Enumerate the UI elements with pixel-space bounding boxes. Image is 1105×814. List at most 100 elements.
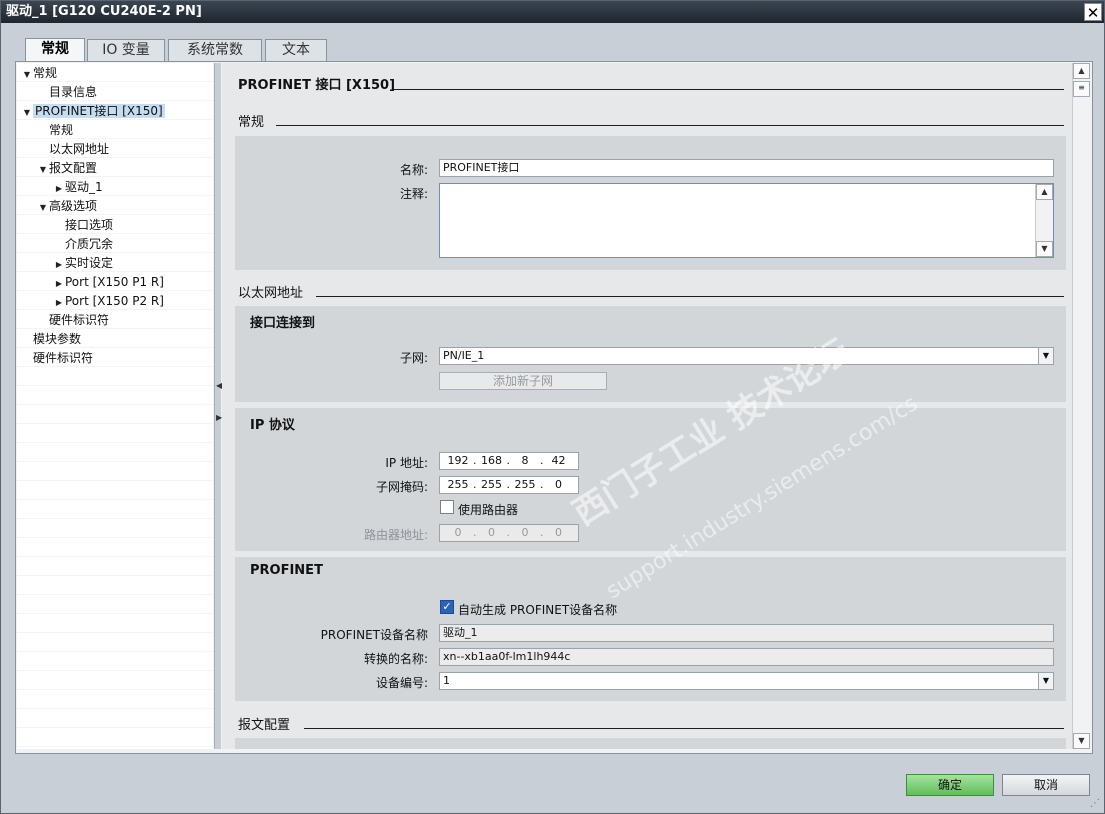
- scroll-thumb[interactable]: ≡: [1073, 81, 1090, 97]
- converted-name-label: 转换的名称:: [363, 652, 428, 666]
- general-group: 名称: PROFINET接口 注释: ▲ ▼: [235, 136, 1066, 270]
- properties-panel: PROFINET 接口 [X150] 常规 名称: PROFINET接口 注释:…: [222, 63, 1072, 749]
- tree-item[interactable]: ▶ 实时设定: [53, 254, 113, 273]
- tree-item[interactable]: ▶ Port [X150 P2 R]: [53, 292, 164, 311]
- scroll-up-icon[interactable]: ▲: [1073, 63, 1090, 79]
- tree-item[interactable]: ▼ PROFINET接口 [X150]: [21, 102, 165, 121]
- use-router-checkbox[interactable]: [440, 500, 454, 514]
- subnet-dropdown[interactable]: PN/IE_1 ▼: [439, 347, 1054, 365]
- expand-arrow-icon[interactable]: ▼: [21, 103, 33, 122]
- ip-protocol-title: IP 协议: [250, 418, 295, 433]
- tree-item-label: 驱动_1: [65, 180, 103, 194]
- device-number-value: 1: [443, 674, 450, 687]
- profinet-group: PROFINET ✓ 自动生成 PROFINET设备名称 PROFINET设备名…: [235, 557, 1066, 701]
- device-number-label: 设备编号:: [375, 676, 428, 690]
- divider: [394, 89, 1064, 90]
- converted-name-field[interactable]: xn--xb1aa0f-lm1lh944c: [439, 648, 1054, 666]
- chevron-down-icon[interactable]: ▼: [1038, 673, 1053, 689]
- close-icon[interactable]: ✕: [1084, 3, 1102, 22]
- section-ethernet-title: 以太网地址: [238, 286, 304, 301]
- tree-item[interactable]: 模块参数: [21, 330, 81, 349]
- divider: [316, 296, 1064, 297]
- ok-button[interactable]: 确定: [906, 774, 994, 796]
- use-router-label: 使用路由器: [458, 503, 519, 517]
- tab-texts[interactable]: 文本: [265, 39, 327, 61]
- comment-field[interactable]: [439, 183, 1054, 258]
- properties-dialog: 驱动_1 [G120 CU240E-2 PN] ✕ 常规 IO 变量 系统常数 …: [0, 0, 1105, 814]
- tree-item-label: PROFINET接口 [X150]: [33, 104, 165, 118]
- tree-item-label: 常规: [33, 66, 58, 80]
- title-bar: 驱动_1 [G120 CU240E-2 PN] ✕: [1, 1, 1104, 23]
- dialog-footer: 确定 取消 ⋰: [1, 761, 1104, 813]
- tree-item-label: 以太网地址: [49, 142, 110, 156]
- expand-arrow-icon[interactable]: ▼: [37, 160, 49, 179]
- mask-octet: 255: [447, 478, 469, 491]
- router-address-label: 路由器地址:: [363, 528, 428, 542]
- device-name-field[interactable]: 驱动_1: [439, 624, 1054, 642]
- ip-octet: 8: [521, 454, 529, 467]
- tree-item[interactable]: 常规: [37, 121, 73, 140]
- tree-item-label: 模块参数: [33, 332, 82, 346]
- page-title: PROFINET 接口 [X150]: [238, 78, 396, 93]
- tree-item[interactable]: ▼ 报文配置: [37, 159, 97, 178]
- tree-item[interactable]: 硬件标识符: [37, 311, 109, 330]
- main-scrollbar[interactable]: ▲ ≡ ▼: [1072, 63, 1090, 749]
- resize-grip-icon[interactable]: ⋰: [1090, 798, 1100, 809]
- interface-connection-title: 接口连接到: [250, 316, 316, 331]
- tree-item-label: Port [X150 P1 R]: [65, 275, 164, 289]
- tab-general[interactable]: 常规: [25, 38, 85, 62]
- expand-arrow-icon[interactable]: ▼: [21, 65, 33, 84]
- auto-name-label: 自动生成 PROFINET设备名称: [458, 603, 618, 617]
- telegram-group: [235, 738, 1066, 749]
- tree-item-label: 介质冗余: [65, 237, 114, 251]
- tree-item[interactable]: 接口选项: [53, 216, 113, 235]
- section-telegram-title: 报文配置: [238, 718, 291, 733]
- router-address-field[interactable]: 0.0.0.0: [439, 524, 579, 542]
- scroll-down-icon[interactable]: ▼: [1073, 733, 1090, 749]
- tree-item[interactable]: 介质冗余: [53, 235, 113, 254]
- tree-item[interactable]: 目录信息: [37, 83, 97, 102]
- tree-item-label: 目录信息: [49, 85, 98, 99]
- chevron-down-icon[interactable]: ▼: [1038, 348, 1053, 364]
- tree-item-label: 实时设定: [65, 256, 114, 270]
- collapse-arrow-icon[interactable]: ▶: [53, 179, 65, 198]
- collapse-arrow-icon[interactable]: ▶: [53, 274, 65, 293]
- tree-item-label: 硬件标识符: [33, 351, 94, 365]
- tree-item[interactable]: 以太网地址: [37, 140, 109, 159]
- scroll-down-icon[interactable]: ▼: [1036, 241, 1053, 257]
- section-general-title: 常规: [238, 115, 265, 130]
- auto-name-checkbox[interactable]: ✓: [440, 600, 454, 614]
- tree-item[interactable]: ▶ 驱动_1: [53, 178, 103, 197]
- subnet-mask-field[interactable]: 255. 255. 255. 0: [439, 476, 579, 494]
- comment-scrollbar[interactable]: ▲ ▼: [1035, 184, 1053, 257]
- add-subnet-button[interactable]: 添加新子网: [439, 372, 607, 390]
- tab-io-tags[interactable]: IO 变量: [87, 39, 165, 61]
- router-octet: 0: [555, 526, 562, 539]
- tree-item[interactable]: ▼ 常规: [21, 64, 57, 83]
- subnet-mask-label: 子网掩码:: [375, 480, 428, 494]
- tree-item[interactable]: ▶ Port [X150 P1 R]: [53, 273, 164, 292]
- collapse-arrow-icon[interactable]: ▶: [53, 293, 65, 312]
- ip-address-label: IP 地址:: [385, 456, 428, 470]
- tree-item-label: 硬件标识符: [49, 313, 110, 327]
- expand-arrow-icon[interactable]: ▼: [37, 198, 49, 217]
- splitter[interactable]: ◀ ▶: [214, 63, 222, 749]
- window-title: 驱动_1 [G120 CU240E-2 PN]: [6, 4, 202, 19]
- collapse-arrow-icon[interactable]: ▶: [53, 255, 65, 274]
- ip-address-field[interactable]: 192. 168. 8. 42: [439, 452, 579, 470]
- subnet-value: PN/IE_1: [443, 349, 485, 362]
- tree-item-label: 报文配置: [49, 161, 98, 175]
- device-number-dropdown[interactable]: 1 ▼: [439, 672, 1054, 690]
- cancel-button[interactable]: 取消: [1002, 774, 1090, 796]
- comment-label: 注释:: [399, 187, 428, 201]
- name-field[interactable]: PROFINET接口: [439, 159, 1054, 177]
- interface-connection-group: 接口连接到 子网: PN/IE_1 ▼ 添加新子网: [235, 306, 1066, 402]
- tree-item[interactable]: ▼ 高级选项: [37, 197, 97, 216]
- tab-system-constants[interactable]: 系统常数: [168, 39, 262, 61]
- divider: [276, 125, 1064, 126]
- tree-item[interactable]: 硬件标识符: [21, 349, 93, 368]
- device-name-label: PROFINET设备名称: [320, 628, 428, 642]
- mask-octet: 255: [514, 478, 536, 491]
- subnet-label: 子网:: [399, 351, 428, 365]
- scroll-up-icon[interactable]: ▲: [1036, 184, 1053, 200]
